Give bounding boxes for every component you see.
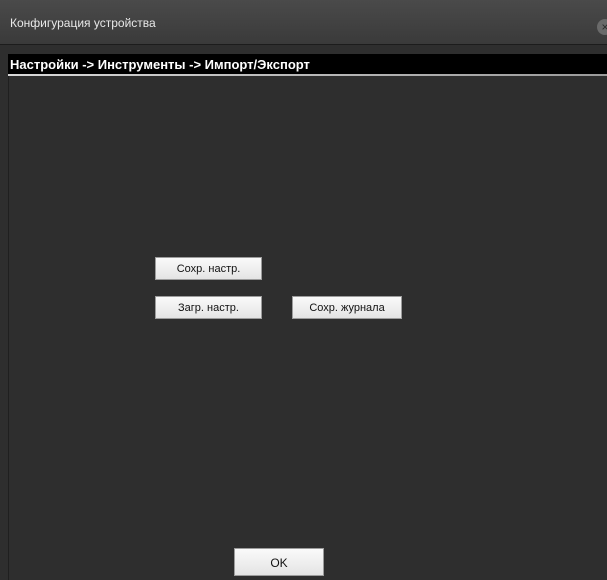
device-config-window: Конфигурация устройства × Настройки -> И… <box>0 0 607 580</box>
ok-button[interactable]: OK <box>234 548 324 576</box>
save-config-button[interactable]: Сохр. настр. <box>155 257 262 280</box>
content-panel <box>8 76 607 580</box>
window-title: Конфигурация устройства <box>10 16 156 30</box>
breadcrumb-bar: Настройки -> Инструменты -> Импорт/Экспо… <box>8 54 607 76</box>
breadcrumb: Настройки -> Инструменты -> Импорт/Экспо… <box>10 57 310 72</box>
load-config-button[interactable]: Загр. настр. <box>155 296 262 319</box>
close-icon[interactable]: × <box>597 19 607 35</box>
title-bar[interactable]: Конфигурация устройства × <box>0 0 607 45</box>
save-log-button[interactable]: Сохр. журнала <box>292 296 402 319</box>
